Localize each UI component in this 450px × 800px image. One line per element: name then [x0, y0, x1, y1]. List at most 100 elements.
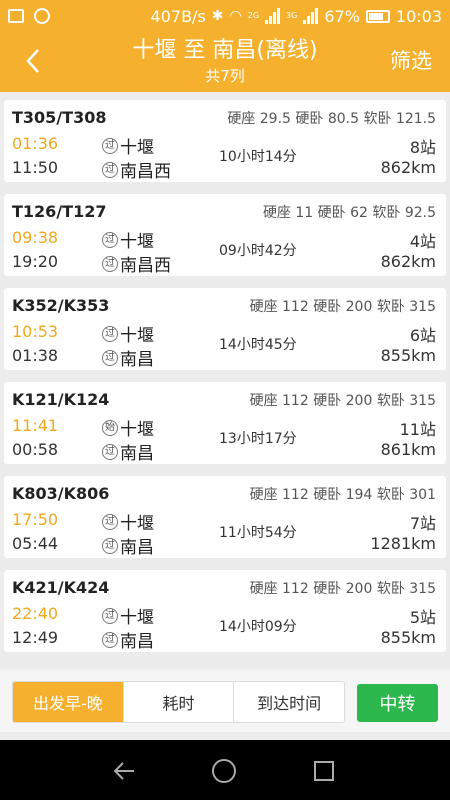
departure-time: 17:50: [12, 510, 59, 529]
station-name: 十堰: [120, 514, 154, 534]
signal-icon-2: [303, 8, 319, 24]
train-number: K421/K424: [12, 578, 110, 597]
distance: 862km: [380, 252, 436, 271]
arrival-time: 05:44: [12, 534, 59, 553]
battery-icon: [365, 9, 390, 23]
sort-bar: 出发早-晚 耗时 到达时间 中转: [0, 670, 450, 732]
arrival-station: 过南昌: [102, 627, 154, 652]
departure-time: 22:40: [12, 604, 59, 623]
station-type-badge: 过: [102, 443, 118, 460]
seat-prices: 硬座 112 硬卧 200 软卧 315: [249, 581, 436, 597]
station-type-badge: 过: [102, 513, 118, 530]
arrival-time: 19:20: [12, 252, 59, 271]
station-type-badge: 过: [102, 631, 118, 648]
departure-time: 11:41: [12, 416, 59, 435]
station-name: 十堰: [120, 608, 154, 628]
train-card[interactable]: K803/K806 硬座 112 硬卧 194 软卧 301 17:50 05:…: [4, 476, 446, 558]
transfer-button[interactable]: 中转: [357, 684, 438, 722]
back-button[interactable]: [18, 46, 48, 76]
network-type-2g: 2G: [247, 11, 260, 20]
station-type-badge: 过: [102, 161, 118, 178]
stop-count: 11站: [399, 420, 436, 439]
seat-prices: 硬座 112 硬卧 200 软卧 315: [249, 393, 436, 409]
distance: 855km: [380, 346, 436, 365]
station-type-badge: 过: [102, 537, 118, 554]
station-name: 南昌: [120, 538, 154, 558]
duration: 13小时17分: [219, 431, 297, 447]
seat-prices: 硬座 112 硬卧 194 软卧 301: [249, 487, 436, 503]
station-type-badge: 始: [102, 419, 118, 436]
duration: 14小时09分: [219, 619, 297, 635]
train-number: K121/K124: [12, 390, 110, 409]
home-nav-icon[interactable]: [212, 759, 236, 783]
network-speed: 407B/s: [150, 6, 206, 26]
arrival-station: 过南昌西: [102, 251, 171, 276]
wifi-icon: ◠: [229, 8, 242, 24]
station-type-badge: 过: [102, 325, 118, 342]
header: 十堰 至 南昌(离线) 共7列 筛选: [0, 32, 450, 92]
duration: 11小时54分: [219, 525, 297, 541]
departure-station: 过十堰: [102, 133, 154, 158]
signal-icon: [265, 8, 281, 24]
station-type-badge: 过: [102, 231, 118, 248]
recent-apps-icon[interactable]: [314, 761, 334, 781]
train-card[interactable]: T305/T308 硬座 29.5 硬卧 80.5 软卧 121.5 01:36…: [4, 100, 446, 182]
departure-station: 过十堰: [102, 227, 154, 252]
departure-station: 始十堰: [102, 415, 154, 440]
network-type-3g: 3G: [286, 11, 298, 20]
departure-station: 过十堰: [102, 321, 154, 346]
train-card[interactable]: T126/T127 硬座 11 硬卧 62 软卧 92.5 09:38 19:2…: [4, 194, 446, 276]
station-name: 南昌: [120, 444, 154, 464]
sort-duration-button[interactable]: 耗时: [124, 682, 235, 722]
departure-station: 过十堰: [102, 603, 154, 628]
notification-icon: [34, 8, 50, 24]
stop-count: 7站: [409, 514, 436, 533]
image-icon: [8, 9, 24, 23]
stop-count: 8站: [409, 138, 436, 157]
clock: 10:03: [395, 6, 442, 26]
stop-count: 6站: [409, 326, 436, 345]
train-card[interactable]: K421/K424 硬座 112 硬卧 200 软卧 315 22:40 12:…: [4, 570, 446, 652]
station-name: 南昌西: [120, 162, 171, 182]
station-name: 十堰: [120, 138, 154, 158]
arrival-station: 过南昌: [102, 345, 154, 370]
station-name: 南昌: [120, 350, 154, 370]
sort-departure-button[interactable]: 出发早-晚: [13, 682, 124, 722]
distance: 861km: [380, 440, 436, 459]
stop-count: 5站: [409, 608, 436, 627]
distance: 1281km: [370, 534, 436, 553]
train-number: T305/T308: [12, 108, 107, 127]
train-card[interactable]: K352/K353 硬座 112 硬卧 200 软卧 315 10:53 01:…: [4, 288, 446, 370]
station-name: 十堰: [120, 420, 154, 440]
station-type-badge: 过: [102, 255, 118, 272]
seat-prices: 硬座 29.5 硬卧 80.5 软卧 121.5: [227, 111, 436, 127]
stop-count: 4站: [409, 232, 436, 251]
departure-time: 09:38: [12, 228, 59, 247]
page-title: 十堰 至 南昌(离线): [132, 38, 318, 63]
status-bar: 407B/s ✱ ◠ 2G 3G 67% 10:03: [0, 0, 450, 32]
arrival-time: 11:50: [12, 158, 59, 177]
station-name: 南昌西: [120, 256, 171, 276]
sort-arrival-button[interactable]: 到达时间: [234, 682, 344, 722]
station-name: 十堰: [120, 232, 154, 252]
system-nav-bar: [0, 740, 450, 800]
arrival-station: 过南昌: [102, 439, 154, 464]
bluetooth-icon: ✱: [211, 8, 224, 24]
train-card[interactable]: K121/K124 硬座 112 硬卧 200 软卧 315 11:41 00:…: [4, 382, 446, 464]
distance: 862km: [380, 158, 436, 177]
seat-prices: 硬座 112 硬卧 200 软卧 315: [249, 299, 436, 315]
arrival-station: 过南昌: [102, 533, 154, 558]
train-count: 共7列: [205, 67, 245, 85]
back-nav-icon[interactable]: [112, 758, 138, 784]
battery-percent: 67%: [324, 6, 360, 26]
distance: 855km: [380, 628, 436, 647]
departure-station: 过十堰: [102, 509, 154, 534]
sort-options: 出发早-晚 耗时 到达时间: [12, 681, 345, 723]
arrival-time: 01:38: [12, 346, 59, 365]
arrival-station: 过南昌西: [102, 157, 171, 182]
duration: 14小时45分: [219, 337, 297, 353]
departure-time: 01:36: [12, 134, 59, 153]
station-type-badge: 过: [102, 607, 118, 624]
chevron-left-icon: [26, 49, 39, 73]
filter-button[interactable]: 筛选: [390, 48, 432, 74]
